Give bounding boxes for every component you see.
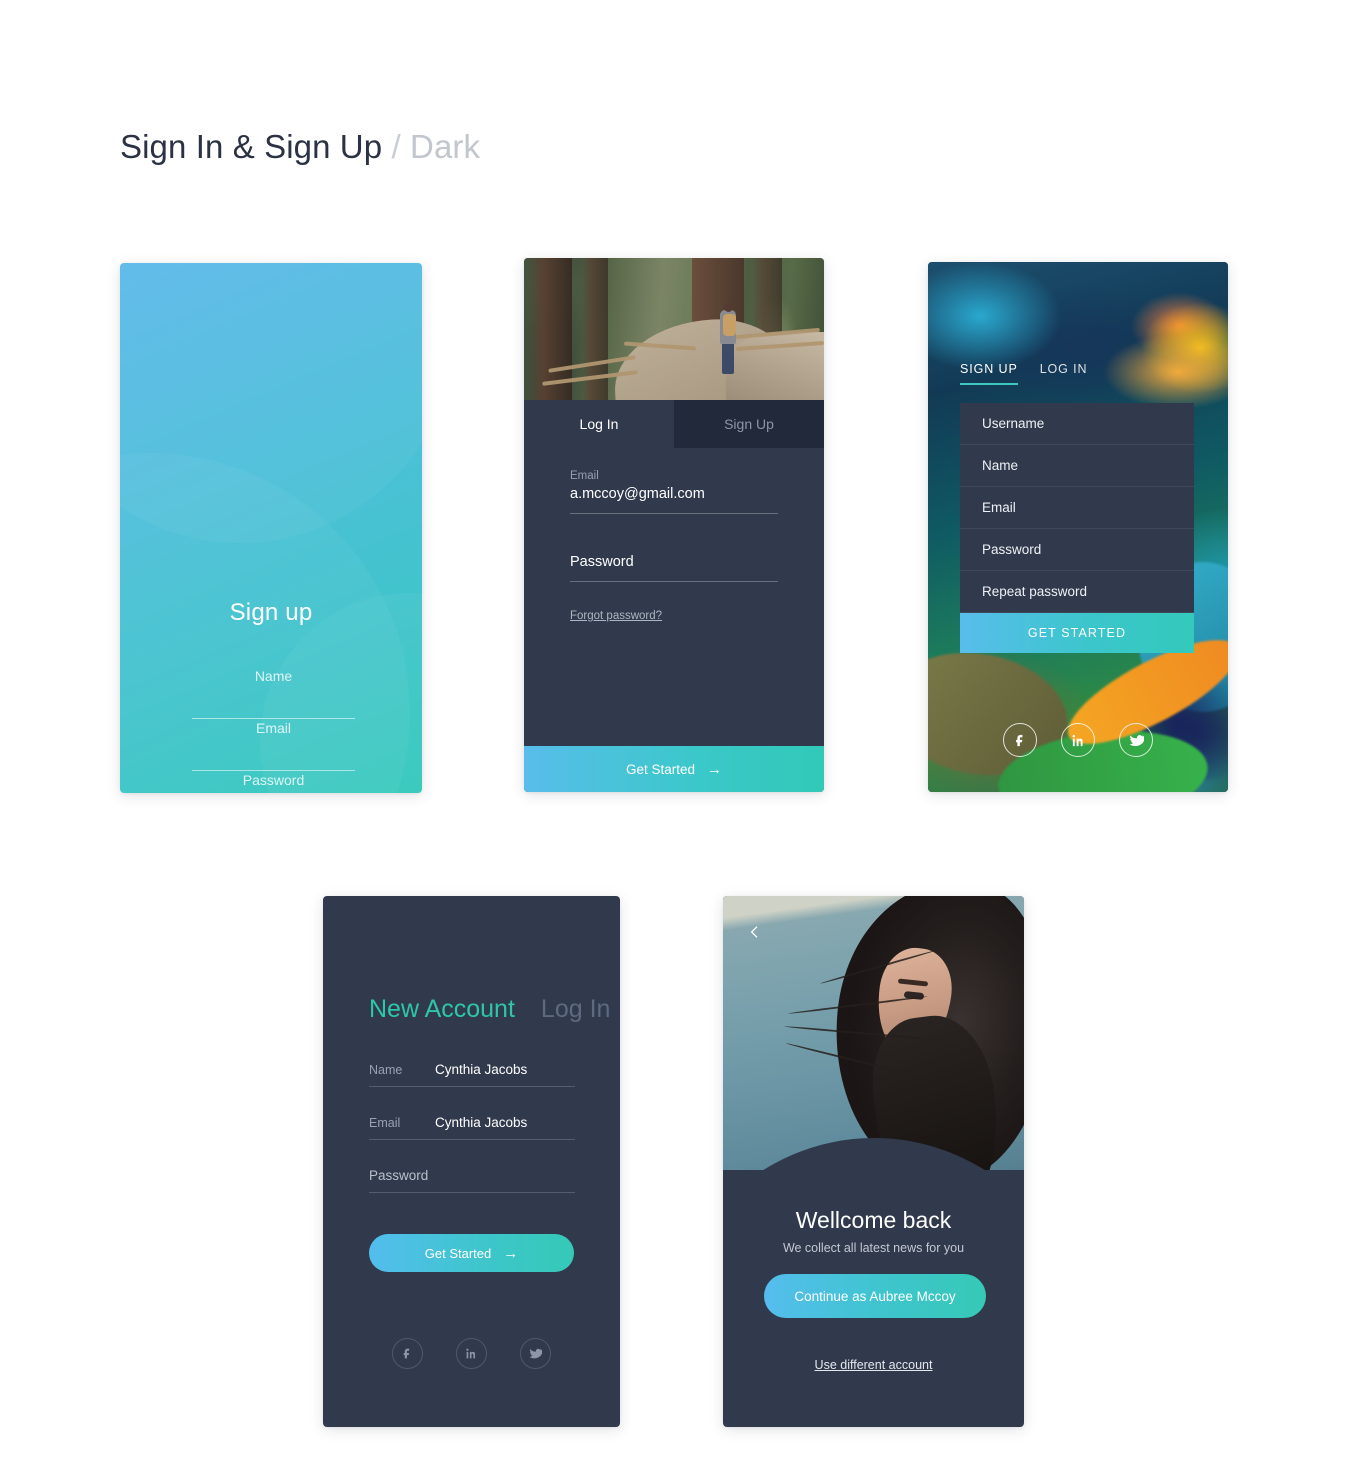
facebook-button[interactable] (392, 1338, 423, 1369)
facebook-icon (403, 1348, 410, 1359)
password-field[interactable]: Password (960, 529, 1194, 571)
password-field[interactable]: Password (570, 554, 778, 582)
name-label: Name (369, 1063, 403, 1077)
page-title-main: Sign In & Sign Up (120, 128, 383, 165)
signup-form: Username Name Email Password Repeat pass… (960, 403, 1194, 653)
forest-hiker-photo (524, 258, 824, 400)
linkedin-icon (466, 1348, 476, 1359)
repeat-password-field[interactable]: Repeat password (960, 571, 1194, 613)
email-label: Email (369, 1116, 401, 1130)
name-field[interactable]: Name (960, 445, 1194, 487)
card-welcome-back: Wellcome back We collect all latest news… (723, 896, 1024, 1427)
arrow-right-icon: → (707, 760, 723, 778)
decorative-blob (120, 263, 422, 543)
page-title-variant: Dark (410, 128, 481, 165)
tab-signup[interactable]: Sign Up (674, 400, 824, 448)
page-title-separator: / (391, 128, 401, 165)
facebook-button[interactable] (1003, 723, 1037, 757)
linkedin-icon (1072, 734, 1083, 746)
login-form: Email a.mccoy@gmail.com Password Forgot … (570, 470, 778, 624)
get-started-button[interactable]: GET STARTED (960, 613, 1194, 653)
name-field[interactable]: Name Cynthia Jacobs (369, 1062, 575, 1087)
signup-title: Sign up (229, 599, 313, 626)
card-signup-paint: SIGN UP LOG IN Username Name Email Passw… (928, 262, 1228, 792)
twitter-icon (1129, 734, 1144, 746)
social-login-row (323, 1338, 620, 1369)
chevron-left-icon (750, 926, 758, 938)
email-field[interactable]: Email Cynthia Jacobs (369, 1115, 575, 1140)
get-started-label: Get Started (625, 761, 696, 777)
username-field[interactable]: Username (960, 403, 1194, 445)
forgot-password-link[interactable]: Forgot password? (570, 610, 662, 622)
tab-login[interactable]: Log In (524, 400, 674, 448)
email-field[interactable]: Email a.mccoy@gmail.com (570, 470, 778, 514)
password-label: Password (369, 1168, 429, 1183)
get-started-button[interactable]: Get Started → (524, 746, 824, 792)
twitter-button[interactable] (520, 1338, 551, 1369)
tab-signup[interactable]: SIGN UP (960, 362, 1018, 385)
hiker-figure (722, 342, 734, 374)
tab-new-account[interactable]: New Account (369, 995, 515, 1024)
name-placeholder: Name (254, 668, 293, 684)
linkedin-button[interactable] (1061, 723, 1095, 757)
back-button[interactable] (741, 918, 769, 946)
card-login-photo: Log In Sign Up Email a.mccoy@gmail.com P… (524, 258, 824, 792)
get-started-label: Get Started (424, 1245, 492, 1261)
hiker-figure (724, 303, 733, 312)
twitter-icon (529, 1348, 542, 1359)
password-field[interactable]: Password (369, 1168, 575, 1193)
hiker-backpack (723, 314, 736, 336)
name-value: Cynthia Jacobs (435, 1062, 528, 1077)
password-placeholder: Password (242, 772, 305, 788)
continue-button[interactable]: Continue as Aubree Mccoy (764, 1274, 986, 1318)
card-new-account: New Account Log In Name Cynthia Jacobs E… (323, 896, 620, 1427)
card-signup-gradient: Sign up Name Email Password Sign Up Alre… (120, 263, 422, 793)
social-login-row (928, 723, 1228, 757)
auth-tabs: SIGN UP LOG IN (960, 362, 1087, 385)
email-value: a.mccoy@gmail.com (570, 486, 705, 502)
password-field[interactable]: Password (192, 771, 355, 793)
email-placeholder: Email (255, 720, 291, 736)
welcome-subtitle: We collect all latest news for you (782, 1241, 965, 1255)
page-title: Sign In & Sign Up / Dark (120, 128, 480, 166)
new-account-form: Name Cynthia Jacobs Email Cynthia Jacobs… (369, 1062, 575, 1193)
email-field[interactable]: Email (960, 487, 1194, 529)
twitter-button[interactable] (1119, 723, 1153, 757)
welcome-title: Wellcome back (795, 1207, 952, 1233)
auth-tabs: New Account Log In (369, 995, 610, 1024)
auth-tabs: Log In Sign Up (524, 400, 824, 448)
name-field[interactable]: Name (192, 667, 355, 719)
email-label: Email (570, 470, 599, 482)
use-different-account-link[interactable]: Use different account (723, 1358, 1024, 1372)
linkedin-button[interactable] (456, 1338, 487, 1369)
tab-login[interactable]: LOG IN (1040, 362, 1088, 383)
email-value: Cynthia Jacobs (435, 1115, 528, 1130)
facebook-icon (1015, 734, 1022, 746)
password-placeholder: Password (570, 554, 634, 570)
tab-login[interactable]: Log In (541, 995, 611, 1024)
get-started-button[interactable]: Get Started → (369, 1234, 574, 1272)
email-field[interactable]: Email (192, 719, 355, 771)
signup-form: Name Email Password (192, 667, 355, 793)
arrow-right-icon: → (503, 1244, 519, 1262)
